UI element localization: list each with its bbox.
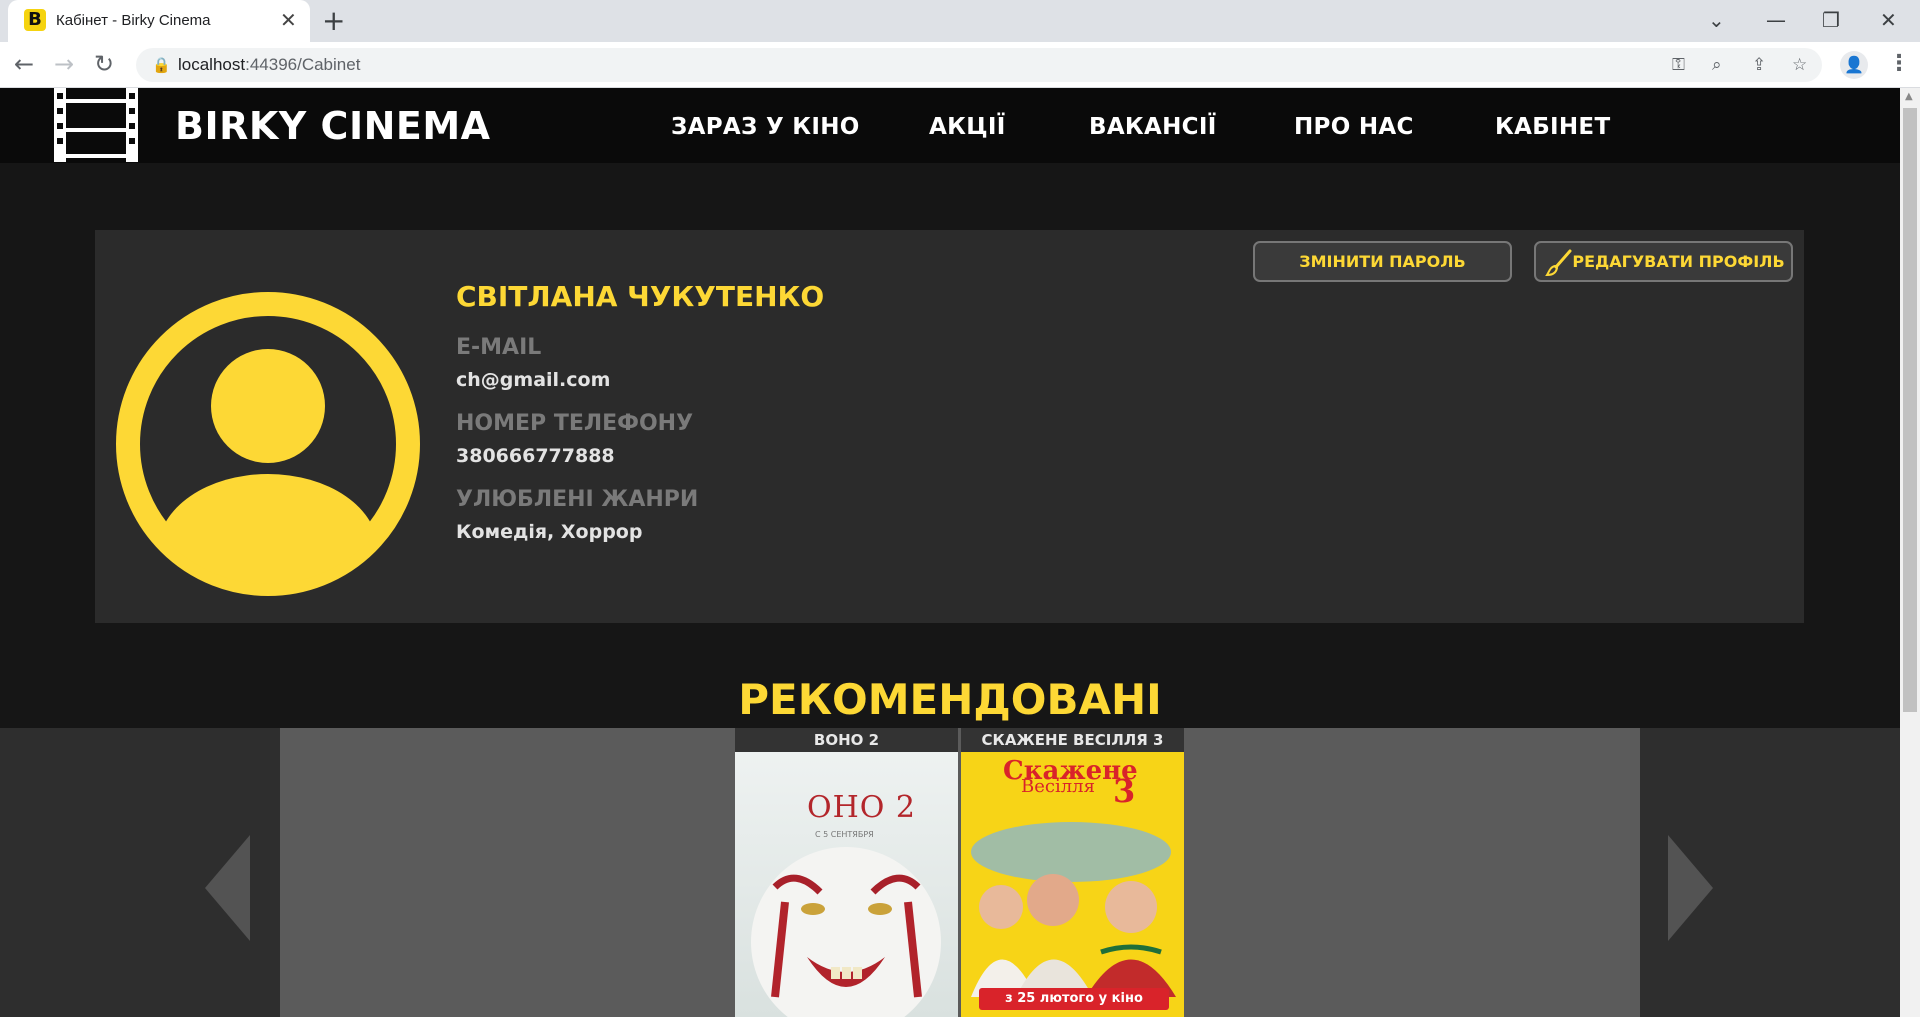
poster-release-date: з 25 лютого у кіно <box>979 988 1169 1010</box>
tab-search-icon[interactable]: ⌄ <box>1708 6 1725 34</box>
carousel-area: ВОНО 2 ОНО 2 С 5 СЕНТЯБРЯ СКАЖЕНЕ ВЕСІЛЛ… <box>0 88 1900 1017</box>
movie-title: ВОНО 2 <box>735 728 958 752</box>
zoom-icon[interactable]: ⌕ <box>1712 54 1722 76</box>
reload-icon[interactable]: ↻ <box>94 50 114 78</box>
poster-number: 3 <box>1113 772 1136 810</box>
minimize-icon[interactable]: — <box>1766 6 1786 34</box>
share-icon[interactable]: ⇪ <box>1752 54 1766 76</box>
tab-title: Кабінет - Birky Cinema <box>56 12 211 29</box>
favicon-icon: B <box>24 9 46 31</box>
poster-title-line2: Весілля <box>1021 776 1095 797</box>
lock-icon[interactable]: 🔒 <box>152 56 171 74</box>
close-window-icon[interactable]: ✕ <box>1880 6 1897 34</box>
movie-poster[interactable]: ОНО 2 С 5 СЕНТЯБРЯ <box>735 752 958 1017</box>
address-bar[interactable]: 🔒 localhost:44396/Cabinet ⚿ ⌕ ⇪ ☆ <box>136 48 1822 82</box>
restore-icon[interactable]: ❐ <box>1822 6 1840 34</box>
profile-icon[interactable]: 👤 <box>1840 51 1868 79</box>
browser-toolbar: ← → ↻ 🔒 localhost:44396/Cabinet ⚿ ⌕ ⇪ ☆ … <box>0 42 1920 88</box>
carousel-prev-arrow-icon[interactable] <box>205 835 250 941</box>
movie-card[interactable]: ВОНО 2 ОНО 2 С 5 СЕНТЯБРЯ <box>735 728 958 1017</box>
forward-icon[interactable]: → <box>54 50 74 78</box>
menu-icon[interactable]: ⋮ <box>1888 50 1910 78</box>
carousel-next-arrow-icon[interactable] <box>1668 835 1713 941</box>
movie-card[interactable]: СКАЖЕНЕ ВЕСІЛЛЯ 3 Скажене Весілля 3 з 25… <box>961 728 1184 1017</box>
poster-title: ОНО 2 <box>807 790 916 825</box>
movie-title: СКАЖЕНЕ ВЕСІЛЛЯ 3 <box>961 728 1184 752</box>
new-tab-icon[interactable]: + <box>322 6 345 36</box>
bookmark-star-icon[interactable]: ☆ <box>1792 54 1807 76</box>
back-icon[interactable]: ← <box>14 50 34 78</box>
browser-tab-bar: B Кабінет - Birky Cinema ✕ + ⌄ — ❐ ✕ <box>0 0 1920 42</box>
wedding-crowd-art <box>971 822 1176 997</box>
page-scrollbar[interactable]: ▲ <box>1900 88 1920 1017</box>
clown-face-art <box>751 847 941 1017</box>
carousel-track <box>280 728 1640 1017</box>
scrollbar-thumb[interactable] <box>1903 108 1917 712</box>
browser-tab[interactable]: B Кабінет - Birky Cinema ✕ <box>8 0 310 42</box>
poster-date: С 5 СЕНТЯБРЯ <box>815 830 874 839</box>
key-icon[interactable]: ⚿ <box>1672 54 1685 76</box>
scroll-up-icon[interactable]: ▲ <box>1905 92 1913 102</box>
movie-poster[interactable]: Скажене Весілля 3 з 25 лютого у кіно <box>961 752 1184 1017</box>
url-text[interactable]: localhost:44396/Cabinet <box>178 55 360 75</box>
tab-close-icon[interactable]: ✕ <box>280 9 297 31</box>
